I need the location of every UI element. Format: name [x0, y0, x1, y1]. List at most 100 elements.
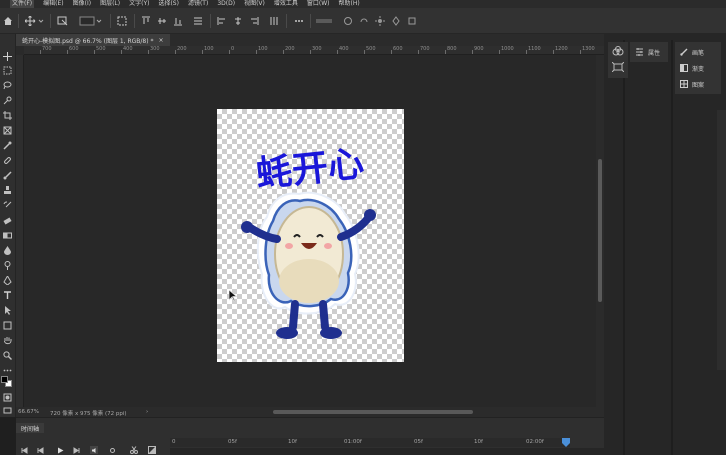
adjustments-icon[interactable]: [611, 61, 625, 74]
menu-item-type[interactable]: 文字(Y): [129, 0, 149, 8]
path-selection-tool-icon[interactable]: [2, 305, 13, 316]
timeline-ruler[interactable]: 0 05f 10f 01:00f 05f 10f 02:00f: [170, 438, 570, 447]
close-tab-icon[interactable]: ×: [159, 37, 164, 44]
quick-mask-icon[interactable]: [2, 392, 13, 403]
healing-brush-tool-icon[interactable]: [2, 155, 13, 166]
layer-select-dropdown[interactable]: [78, 13, 104, 29]
dodge-tool-icon[interactable]: [2, 260, 13, 271]
timeline-tab[interactable]: 时间轴: [16, 423, 45, 433]
quick-select-tool-icon[interactable]: [2, 95, 13, 106]
ruler-label: 1000: [501, 46, 514, 52]
auto-select-icon[interactable]: [56, 13, 70, 29]
audio-icon[interactable]: [90, 446, 98, 454]
menu-item-image[interactable]: 图像(I): [73, 0, 91, 8]
panel-item-pattern[interactable]: 图案: [680, 78, 704, 90]
align-right-icon[interactable]: [248, 13, 260, 29]
properties-icon: [636, 48, 643, 56]
3d-slide-icon[interactable]: [390, 13, 402, 29]
panel-item-brush[interactable]: 画笔: [680, 46, 704, 58]
split-scissors-icon[interactable]: [130, 446, 138, 454]
menu-item-filter[interactable]: 滤镜(T): [188, 0, 208, 8]
horizontal-ruler[interactable]: 700 600 500 400 300 200 100 0 100 200 300 400 500 600…: [24, 46, 604, 55]
menu-item-select[interactable]: 选择(S): [158, 0, 179, 8]
eyedropper-tool-icon[interactable]: [2, 140, 13, 151]
lasso-tool-icon[interactable]: [2, 80, 13, 91]
tools-panel: [0, 34, 16, 417]
marquee-tool-icon[interactable]: [2, 65, 13, 76]
screen-mode-icon[interactable]: [2, 405, 13, 416]
timeline-panel: 时间轴 0 05f 10f 01:00f 05f 10f 02:00f: [16, 417, 604, 455]
properties-panel-tab[interactable]: 属性: [630, 42, 668, 62]
timeline-label: 02:00f: [526, 439, 544, 445]
ruler-label: 700: [420, 46, 430, 52]
menu-item-window[interactable]: 窗口(W): [307, 0, 330, 8]
type-tool-icon[interactable]: [2, 290, 13, 301]
align-vcenter-icon[interactable]: [156, 13, 168, 29]
document-canvas[interactable]: 蚝开心: [217, 109, 404, 362]
playhead-icon[interactable]: [562, 438, 570, 447]
menu-item-layer[interactable]: 图层(L): [100, 0, 120, 8]
home-icon[interactable]: [2, 13, 14, 29]
document-size-info[interactable]: 720 像素 x 975 像素 (72 ppi): [50, 409, 127, 417]
timeline-label: 05f: [414, 439, 423, 445]
more-options-icon[interactable]: [292, 13, 306, 29]
play-icon[interactable]: [56, 446, 64, 454]
ruler-origin[interactable]: [16, 46, 24, 55]
vertical-scrollbar[interactable]: [596, 55, 604, 407]
move-tool-preset-button[interactable]: [24, 13, 46, 29]
3d-scale-icon[interactable]: [406, 13, 418, 29]
align-top-icon[interactable]: [140, 13, 152, 29]
timeline-settings-icon[interactable]: [108, 446, 116, 454]
brush-tool-icon[interactable]: [2, 170, 13, 181]
panel-divider: [671, 40, 673, 455]
canvas-area[interactable]: 蚝开心: [24, 55, 596, 407]
distribute-horizontal-icon[interactable]: [268, 13, 280, 29]
3d-roll-icon[interactable]: [358, 13, 370, 29]
transition-icon[interactable]: [148, 446, 156, 454]
oyster-mascot-artwork: 蚝开心: [241, 143, 376, 339]
menu-item-help[interactable]: 帮助(H): [339, 0, 360, 8]
blur-tool-icon[interactable]: [2, 245, 13, 256]
hand-tool-icon[interactable]: [2, 335, 13, 346]
zoom-level[interactable]: 66.67%: [18, 409, 39, 415]
menu-item-edit[interactable]: 编辑(E): [43, 0, 63, 8]
history-brush-tool-icon[interactable]: [2, 200, 13, 211]
move-tool-icon[interactable]: [2, 51, 13, 62]
status-expand-arrow[interactable]: ›: [146, 409, 148, 415]
3d-orbit-icon[interactable]: [342, 13, 354, 29]
transform-controls-icon[interactable]: [116, 13, 128, 29]
ruler-label: 500: [366, 46, 376, 52]
menu-item-file[interactable]: 文件(F): [10, 0, 35, 8]
align-hcenter-icon[interactable]: [232, 13, 244, 29]
zoom-tool-icon[interactable]: [2, 350, 13, 361]
menu-item-view[interactable]: 视图(V): [244, 0, 265, 8]
first-frame-icon[interactable]: [20, 446, 28, 454]
clone-stamp-tool-icon[interactable]: [2, 185, 13, 196]
collapsed-panel-edge[interactable]: [717, 110, 726, 370]
rectangle-tool-icon[interactable]: [2, 320, 13, 331]
document-tab[interactable]: 蚝开心-模拟图.psd @ 66.7% (图层 1, RGB/8) * ×: [16, 34, 170, 46]
crop-tool-icon[interactable]: [2, 110, 13, 121]
panel-item-label: 渐变: [692, 65, 705, 73]
eraser-tool-icon[interactable]: [2, 215, 13, 226]
horizontal-scroll-thumb[interactable]: [273, 410, 473, 414]
vertical-ruler[interactable]: [16, 55, 24, 407]
prev-frame-icon[interactable]: [36, 446, 44, 454]
panel-item-gradient[interactable]: 渐变: [680, 62, 704, 74]
frame-tool-icon[interactable]: [2, 125, 13, 136]
pen-tool-icon[interactable]: [2, 275, 13, 286]
libraries-icon[interactable]: [612, 46, 624, 58]
timeline-track[interactable]: [170, 448, 604, 455]
align-bottom-icon[interactable]: [172, 13, 184, 29]
next-frame-icon[interactable]: [72, 446, 80, 454]
gradient-tool-icon[interactable]: [2, 230, 13, 241]
menu-item-plugins[interactable]: 增效工具: [274, 0, 298, 8]
distribute-icon[interactable]: [192, 13, 204, 29]
3d-pan-icon[interactable]: [374, 13, 386, 29]
more-tools-icon[interactable]: [2, 365, 13, 376]
vertical-scroll-thumb[interactable]: [598, 159, 602, 302]
artwork-title-text: 蚝开心: [254, 143, 366, 195]
foreground-color-swatch[interactable]: [1, 376, 8, 383]
align-left-icon[interactable]: [216, 13, 228, 29]
menu-item-3d[interactable]: 3D(D): [217, 0, 235, 8]
